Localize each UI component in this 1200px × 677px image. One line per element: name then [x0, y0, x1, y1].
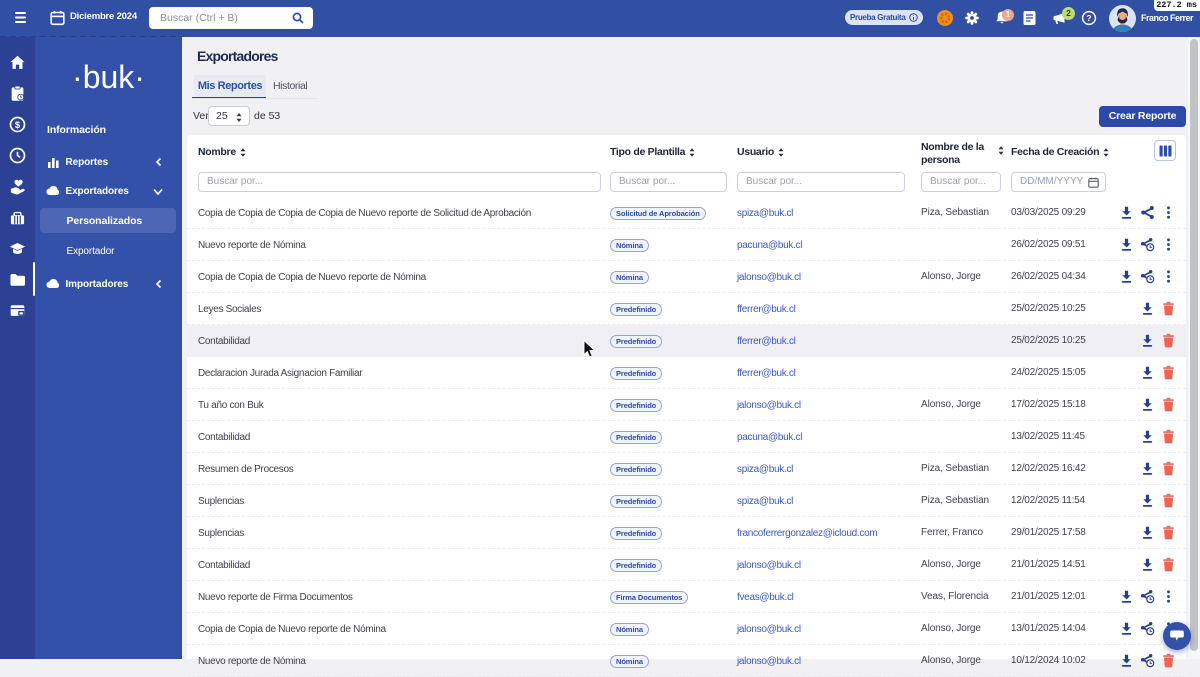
svg-text:?: ? — [1086, 13, 1091, 23]
svg-text:$: $ — [15, 120, 21, 131]
